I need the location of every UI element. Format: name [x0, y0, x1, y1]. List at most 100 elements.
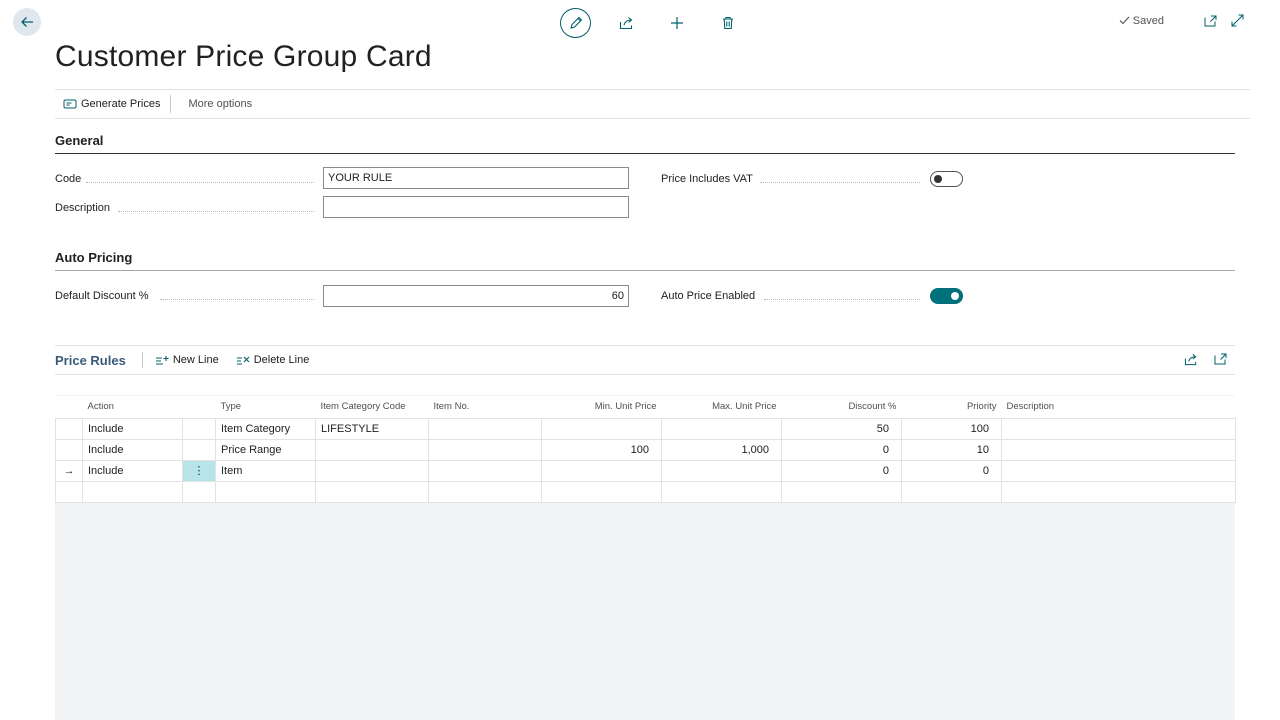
- item-no-cell[interactable]: [428, 438, 542, 461]
- edit-button[interactable]: [560, 8, 591, 38]
- item-category-code-cell[interactable]: [315, 480, 429, 503]
- auto-price-enabled-label: Auto Price Enabled: [661, 290, 756, 302]
- priority-cell[interactable]: 0: [901, 459, 1002, 482]
- share-icon: [1184, 354, 1197, 366]
- action-cell[interactable]: [82, 480, 183, 503]
- type-cell[interactable]: Item: [215, 459, 316, 482]
- share-lines-button[interactable]: [1184, 353, 1198, 366]
- price-rules-title[interactable]: Price Rules: [55, 353, 142, 368]
- page-actions: [560, 8, 763, 38]
- priority-cell[interactable]: 10: [901, 438, 1002, 461]
- page-title: Customer Price Group Card: [55, 40, 432, 73]
- edit-icon: [569, 16, 582, 29]
- discount-cell[interactable]: 0: [781, 459, 902, 482]
- delete-line-icon: [236, 356, 250, 365]
- priority-cell[interactable]: 100: [901, 417, 1002, 440]
- default-discount-label: Default Discount %: [55, 290, 149, 302]
- item-category-code-cell[interactable]: [315, 459, 429, 482]
- generate-prices-icon: [63, 99, 77, 109]
- generate-prices-button[interactable]: Generate Prices: [55, 95, 170, 113]
- discount-cell[interactable]: 0: [781, 438, 902, 461]
- price-rules-tools: [1168, 353, 1227, 366]
- row-selector[interactable]: [55, 480, 83, 503]
- column-header-item-category-code[interactable]: Item Category Code: [315, 396, 429, 418]
- column-header-item-no[interactable]: Item No.: [428, 396, 542, 418]
- price-includes-vat-label: Price Includes VAT: [661, 173, 753, 185]
- description-cell[interactable]: [1001, 480, 1236, 503]
- table-row[interactable]: Include Item Category LIFESTYLE 50 100: [55, 417, 1236, 440]
- row-menu-cell[interactable]: [182, 417, 216, 440]
- saved-label: Saved: [1132, 14, 1164, 27]
- min-unit-price-cell[interactable]: 100: [541, 438, 662, 461]
- item-no-cell[interactable]: [428, 417, 542, 440]
- min-unit-price-cell[interactable]: [541, 417, 662, 440]
- discount-cell[interactable]: 50: [781, 417, 902, 440]
- general-section-title: General: [55, 133, 104, 148]
- new-button[interactable]: [661, 8, 693, 38]
- new-line-icon: [155, 355, 169, 365]
- description-cell[interactable]: [1001, 438, 1236, 461]
- table-row[interactable]: Include Price Range 100 1,000 0 10: [55, 438, 1236, 461]
- new-line-button[interactable]: New Line: [155, 354, 219, 366]
- type-cell[interactable]: Item Category: [215, 417, 316, 440]
- action-cell[interactable]: Include: [82, 438, 183, 461]
- min-unit-price-cell[interactable]: [541, 459, 662, 482]
- max-unit-price-cell[interactable]: [661, 459, 782, 482]
- column-header-description[interactable]: Description: [1001, 396, 1236, 418]
- auto-price-enabled-toggle[interactable]: [930, 288, 963, 304]
- type-cell[interactable]: [215, 480, 316, 503]
- description-cell[interactable]: [1001, 459, 1236, 482]
- description-leader-dots: [118, 211, 314, 212]
- min-unit-price-cell[interactable]: [541, 480, 662, 503]
- max-unit-price-cell[interactable]: [661, 480, 782, 503]
- default-discount-field[interactable]: 60: [323, 285, 629, 307]
- new-line-label: New Line: [172, 354, 219, 366]
- table-row-empty[interactable]: [55, 480, 1236, 503]
- row-selector[interactable]: [55, 417, 83, 440]
- code-field[interactable]: YOUR RULE: [323, 167, 629, 189]
- discount-cell[interactable]: [781, 480, 902, 503]
- open-lines-full-button[interactable]: [1214, 353, 1227, 366]
- open-new-window-button[interactable]: [1204, 15, 1217, 27]
- column-header-action[interactable]: Action: [82, 396, 183, 418]
- action-cell[interactable]: Include: [82, 417, 183, 440]
- item-no-cell[interactable]: [428, 480, 542, 503]
- item-category-code-cell[interactable]: [315, 438, 429, 461]
- auto-pricing-section-divider: [55, 270, 1235, 271]
- max-unit-price-cell[interactable]: [661, 417, 782, 440]
- column-header-max-unit-price[interactable]: Max. Unit Price: [661, 396, 782, 418]
- description-field[interactable]: [323, 196, 629, 218]
- table-row-current[interactable]: → Include ⋮ Item 0 0: [55, 459, 1236, 482]
- item-no-cell[interactable]: [428, 459, 542, 482]
- row-menu-cell[interactable]: [182, 480, 216, 503]
- row-menu-icon[interactable]: ⋮: [182, 459, 216, 482]
- max-unit-price-cell[interactable]: 1,000: [661, 438, 782, 461]
- back-button[interactable]: [13, 8, 41, 36]
- column-header-type[interactable]: Type: [215, 396, 316, 418]
- delete-button[interactable]: [712, 8, 744, 38]
- column-header-min-unit-price[interactable]: Min. Unit Price: [541, 396, 662, 418]
- share-button[interactable]: [610, 8, 642, 38]
- price-rules-grid: Action Type Item Category Code Item No. …: [55, 396, 1236, 503]
- open-in-full-icon: [1214, 353, 1227, 365]
- share-icon: [619, 17, 632, 30]
- current-row-arrow-icon[interactable]: →: [55, 459, 83, 482]
- row-selector[interactable]: [55, 438, 83, 461]
- expand-button[interactable]: [1231, 14, 1244, 27]
- auto-price-enabled-leader-dots: [764, 299, 920, 300]
- delete-line-button[interactable]: Delete Line: [236, 354, 309, 366]
- column-header-discount[interactable]: Discount %: [781, 396, 902, 418]
- code-leader-dots: [86, 182, 314, 183]
- price-rules-divider: [141, 352, 143, 368]
- more-options-button[interactable]: More options: [171, 95, 262, 113]
- price-includes-vat-leader-dots: [760, 182, 920, 183]
- price-includes-vat-toggle[interactable]: [930, 171, 963, 187]
- row-menu-cell[interactable]: [182, 438, 216, 461]
- action-cell[interactable]: Include: [82, 459, 183, 482]
- priority-cell[interactable]: [901, 480, 1002, 503]
- type-cell[interactable]: Price Range: [215, 438, 316, 461]
- column-header-priority[interactable]: Priority: [901, 396, 1002, 418]
- item-category-code-cell[interactable]: LIFESTYLE: [315, 417, 429, 440]
- description-cell[interactable]: [1001, 417, 1236, 440]
- code-label: Code: [55, 173, 82, 185]
